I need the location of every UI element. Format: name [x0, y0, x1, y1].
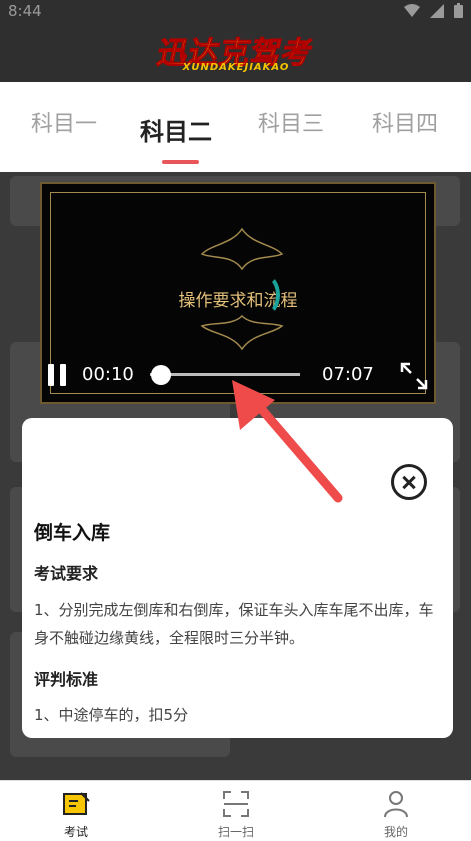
bottom-navigation: 考试 扫一扫 我的 [0, 780, 471, 841]
status-bar: 8:44 [0, 0, 471, 24]
subject-tabs: 科目一 科目二 科目三 科目四 [0, 82, 471, 172]
popup-title: 倒车入库 [34, 522, 111, 544]
current-time: 00:10 [82, 364, 134, 385]
close-button[interactable] [391, 464, 427, 500]
nav-label: 扫一扫 [217, 825, 254, 839]
wifi-icon [404, 3, 420, 17]
status-icons [404, 3, 463, 18]
loading-spinner-icon [250, 274, 280, 316]
nav-label: 我的 [383, 825, 408, 839]
ornament-bottom-icon [200, 314, 284, 351]
tab-subject-1[interactable]: 科目一 [31, 106, 97, 138]
scan-icon [223, 791, 249, 817]
duration-time: 07:07 [322, 364, 374, 385]
status-time: 8:44 [8, 2, 42, 20]
section-text: 1、中途停车的，扣5分 [34, 706, 189, 724]
tab-subject-2[interactable]: 科目二 [140, 112, 212, 147]
app-header: 迅达克驾考 XUNDAKEJIAKAO [0, 24, 471, 82]
tab-subject-4[interactable]: 科目四 [372, 106, 438, 138]
signal-icon [430, 3, 444, 18]
tab-subject-3[interactable]: 科目三 [258, 106, 324, 138]
info-popup: 倒车入库 考试要求 1、分别完成左倒库和右倒库，保证车头入库车尾不出库，车身不触… [22, 418, 453, 738]
nav-label: 考试 [63, 825, 88, 839]
active-tab-indicator [162, 160, 199, 164]
section-heading: 评判标准 [34, 670, 99, 689]
seek-bar[interactable] [150, 373, 300, 376]
pause-button[interactable] [46, 364, 68, 386]
player-controls: 00:10 07:07 [42, 354, 434, 394]
ornament-icon [200, 227, 284, 271]
section-heading: 考试要求 [34, 564, 99, 583]
nav-profile[interactable]: 我的 [346, 781, 446, 841]
nav-scan[interactable]: 扫一扫 [186, 781, 286, 841]
logo-subtext: XUNDAKEJIAKAO [182, 62, 290, 73]
pause-icon [48, 364, 54, 386]
app-logo: 迅达克驾考 XUNDAKEJIAKAO [136, 28, 336, 76]
fullscreen-icon[interactable] [400, 362, 428, 390]
video-title: 操作要求和流程 [178, 291, 298, 311]
battery-icon [454, 3, 463, 18]
nav-exam[interactable]: 考试 [26, 781, 126, 841]
profile-icon [384, 791, 408, 818]
seek-thumb[interactable] [151, 365, 171, 385]
video-player[interactable]: 操作要求和流程 00:10 07:07 [40, 182, 436, 404]
exam-icon [63, 792, 90, 815]
section-text: 1、分别完成左倒库和右倒库，保证车头入库车尾不出库，车身不触碰边缘黄线，全程限时… [34, 601, 434, 647]
